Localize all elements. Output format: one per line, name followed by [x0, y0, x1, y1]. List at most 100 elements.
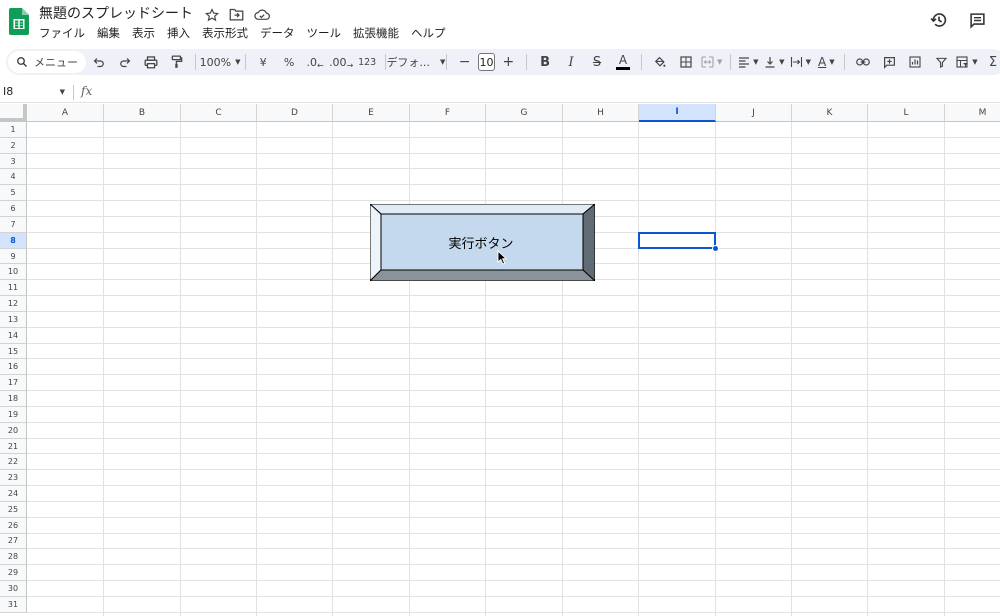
row-header-19[interactable]: 19 — [0, 406, 27, 423]
version-history-icon[interactable] — [928, 9, 950, 31]
menu-view[interactable]: 表示 — [132, 25, 155, 41]
filter-views-button[interactable]: ▼ — [956, 51, 978, 73]
row-header-4[interactable]: 4 — [0, 169, 27, 186]
row-header-17[interactable]: 17 — [0, 375, 27, 392]
column-header-i[interactable]: I — [639, 104, 716, 122]
document-title[interactable]: 無題のスプレッドシート — [39, 5, 193, 23]
row-header-29[interactable]: 29 — [0, 565, 27, 582]
sheet-grid[interactable]: A B C D E F G H I J K L M 1 2 3 4 5 6 7 8 9 10 11 12 13 14 15 16 17 18… — [0, 104, 1000, 616]
row-header-25[interactable]: 25 — [0, 501, 27, 518]
row-header-14[interactable]: 14 — [0, 327, 27, 344]
row-header-21[interactable]: 21 — [0, 438, 27, 455]
row-header-3[interactable]: 3 — [0, 153, 27, 170]
menu-help[interactable]: ヘルプ — [411, 25, 446, 41]
move-folder-icon[interactable] — [228, 6, 245, 23]
text-rotation-button[interactable]: A ▼ — [815, 51, 837, 73]
menu-file[interactable]: ファイル — [39, 25, 85, 41]
insert-chart-button[interactable] — [904, 51, 926, 73]
sheets-logo-icon[interactable] — [9, 8, 29, 35]
row-header-11[interactable]: 11 — [0, 280, 27, 297]
font-size-input[interactable]: 10 — [477, 53, 496, 71]
insert-comment-button[interactable] — [878, 51, 900, 73]
menu-data[interactable]: データ — [260, 25, 295, 41]
filter-button[interactable] — [930, 51, 952, 73]
row-header-15[interactable]: 15 — [0, 343, 27, 360]
column-gridline — [791, 122, 792, 616]
row-header-5[interactable]: 5 — [0, 185, 27, 202]
column-header-b[interactable]: B — [104, 104, 181, 122]
run-button-drawing[interactable]: 実行ボタン — [370, 204, 595, 281]
name-box[interactable]: I8 ▼ — [3, 85, 65, 98]
row-header-24[interactable]: 24 — [0, 486, 27, 502]
row-header-16[interactable]: 16 — [0, 359, 27, 376]
italic-button[interactable]: I — [560, 51, 582, 73]
row-header-13[interactable]: 13 — [0, 311, 27, 328]
menu-tools[interactable]: ツール — [307, 25, 342, 41]
select-all-corner[interactable] — [0, 104, 27, 122]
merge-cells-button[interactable]: ▼ — [701, 51, 723, 73]
row-header-27[interactable]: 27 — [0, 533, 27, 550]
row-header-31[interactable]: 31 — [0, 596, 27, 613]
row-header-28[interactable]: 28 — [0, 549, 27, 566]
menu-extensions[interactable]: 拡張機能 — [353, 25, 399, 41]
column-header-f[interactable]: F — [410, 104, 486, 122]
redo-button[interactable] — [114, 51, 136, 73]
borders-button[interactable] — [675, 51, 697, 73]
column-header-c[interactable]: C — [181, 104, 257, 122]
menu-insert[interactable]: 挿入 — [167, 25, 190, 41]
star-icon[interactable] — [203, 6, 220, 23]
row-header-12[interactable]: 12 — [0, 296, 27, 312]
column-header-j[interactable]: J — [716, 104, 792, 122]
increase-decimal-button[interactable]: .00 → — [329, 51, 353, 73]
cloud-saved-icon[interactable] — [253, 6, 270, 23]
functions-button[interactable]: Σ — [982, 51, 1000, 73]
paint-format-button[interactable] — [166, 51, 188, 73]
column-header-h[interactable]: H — [563, 104, 639, 122]
menu-edit[interactable]: 編集 — [97, 25, 120, 41]
text-wrapping-button[interactable]: ▼ — [789, 51, 811, 73]
column-header-a[interactable]: A — [27, 104, 104, 122]
fill-color-button[interactable] — [649, 51, 671, 73]
row-header-8[interactable]: 8 — [0, 232, 27, 249]
insert-link-button[interactable] — [852, 51, 874, 73]
row-header-7[interactable]: 7 — [0, 216, 27, 233]
currency-format-button[interactable]: ¥ — [252, 51, 274, 73]
column-header-k[interactable]: K — [792, 104, 868, 122]
number-format-button[interactable]: 123 — [356, 51, 378, 73]
column-header-l[interactable]: L — [868, 104, 945, 122]
row-header-1[interactable]: 1 — [0, 122, 27, 138]
decrease-font-size-button[interactable]: − — [454, 51, 476, 73]
undo-button[interactable] — [88, 51, 110, 73]
strikethrough-button[interactable]: S — [586, 51, 608, 73]
column-header-e[interactable]: E — [333, 104, 410, 122]
font-family-select[interactable]: デフォ... ▼ — [386, 51, 445, 73]
column-header-d[interactable]: D — [257, 104, 333, 122]
row-header-30[interactable]: 30 — [0, 581, 27, 597]
column-header-g[interactable]: G — [486, 104, 563, 122]
zoom-select[interactable]: 100% ▼ — [200, 51, 241, 73]
fill-handle[interactable] — [712, 244, 719, 252]
row-header-18[interactable]: 18 — [0, 391, 27, 407]
horizontal-align-button[interactable]: ▼ — [737, 51, 759, 73]
row-header-23[interactable]: 23 — [0, 470, 27, 487]
print-button[interactable] — [140, 51, 162, 73]
text-color-button[interactable]: A — [612, 51, 634, 73]
vertical-align-button[interactable]: ▼ — [763, 51, 785, 73]
row-header-26[interactable]: 26 — [0, 517, 27, 534]
row-header-6[interactable]: 6 — [0, 201, 27, 217]
row-header-10[interactable]: 10 — [0, 264, 27, 281]
selected-cell[interactable] — [638, 231, 716, 249]
percent-format-button[interactable]: % — [278, 51, 300, 73]
column-header-m[interactable]: M — [945, 104, 1000, 122]
menu-format[interactable]: 表示形式 — [202, 25, 248, 41]
row-header-22[interactable]: 22 — [0, 454, 27, 471]
increase-font-size-button[interactable]: + — [497, 51, 519, 73]
formula-input[interactable] — [102, 85, 982, 100]
row-header-2[interactable]: 2 — [0, 137, 27, 154]
bold-button[interactable]: B — [534, 51, 556, 73]
comments-icon[interactable] — [966, 9, 988, 31]
menu-search[interactable]: メニュー — [8, 51, 86, 73]
row-header-9[interactable]: 9 — [0, 248, 27, 265]
decrease-decimal-button[interactable]: .0 ← — [304, 51, 326, 73]
row-header-20[interactable]: 20 — [0, 422, 27, 439]
